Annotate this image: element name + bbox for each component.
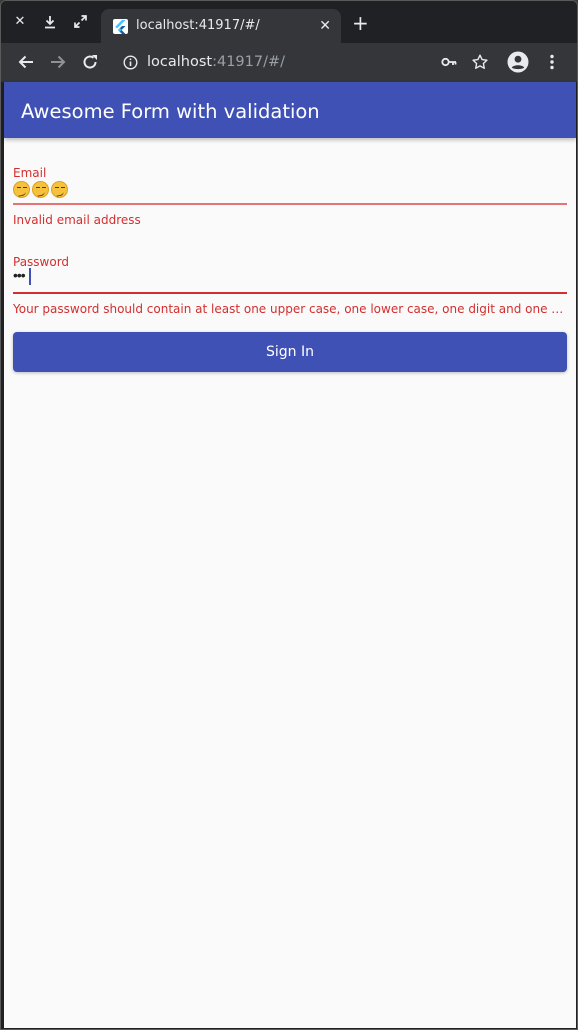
flutter-icon xyxy=(113,19,128,34)
password-underline xyxy=(13,292,567,294)
browser-window: ✕ localhost:41917/#/ ✕ + localhost:41917… xyxy=(0,0,578,1030)
tab-active[interactable]: localhost:41917/#/ ✕ xyxy=(101,9,341,44)
page-title: Awesome Form with validation xyxy=(21,100,320,123)
maximize-icon[interactable] xyxy=(71,13,89,31)
password-field[interactable]: Password ••• Your password should contai… xyxy=(13,255,567,317)
page-viewport: Awesome Form with validation Email Inval… xyxy=(4,82,576,1028)
tab-strip: ✕ localhost:41917/#/ ✕ + xyxy=(1,1,577,44)
smirk-emoji-icon xyxy=(13,181,30,198)
sign-in-button[interactable]: Sign In xyxy=(13,332,567,372)
text-caret xyxy=(29,268,31,285)
email-label: Email xyxy=(13,166,47,180)
reload-icon[interactable] xyxy=(79,51,101,73)
url-host: localhost xyxy=(147,54,213,70)
back-arrow-icon[interactable] xyxy=(15,51,37,73)
more-vert-icon[interactable] xyxy=(541,51,563,73)
app-bar: Awesome Form with validation xyxy=(4,82,576,138)
smirk-emoji-icon xyxy=(51,181,68,198)
email-field[interactable]: Email Invalid email address xyxy=(13,166,567,228)
download-icon[interactable] xyxy=(41,13,59,31)
email-underline xyxy=(13,203,567,205)
password-error: Your password should contain at least on… xyxy=(13,302,567,316)
url-text: localhost:41917/#/ xyxy=(147,54,285,70)
account-icon[interactable] xyxy=(507,51,529,73)
url-path: :41917/#/ xyxy=(212,54,286,70)
smirk-emoji-icon xyxy=(32,181,49,198)
key-icon[interactable] xyxy=(438,51,460,73)
password-input[interactable]: ••• xyxy=(13,267,26,283)
close-icon[interactable]: ✕ xyxy=(11,13,29,31)
plus-icon[interactable]: + xyxy=(352,13,369,33)
star-icon[interactable] xyxy=(469,51,491,73)
browser-toolbar: localhost:41917/#/ xyxy=(1,43,577,82)
forward-arrow-icon[interactable] xyxy=(47,51,69,73)
tab-title: localhost:41917/#/ xyxy=(136,18,260,33)
info-icon[interactable] xyxy=(123,55,138,70)
email-input[interactable] xyxy=(13,180,70,198)
email-error: Invalid email address xyxy=(13,213,141,227)
close-icon[interactable]: ✕ xyxy=(319,18,331,34)
